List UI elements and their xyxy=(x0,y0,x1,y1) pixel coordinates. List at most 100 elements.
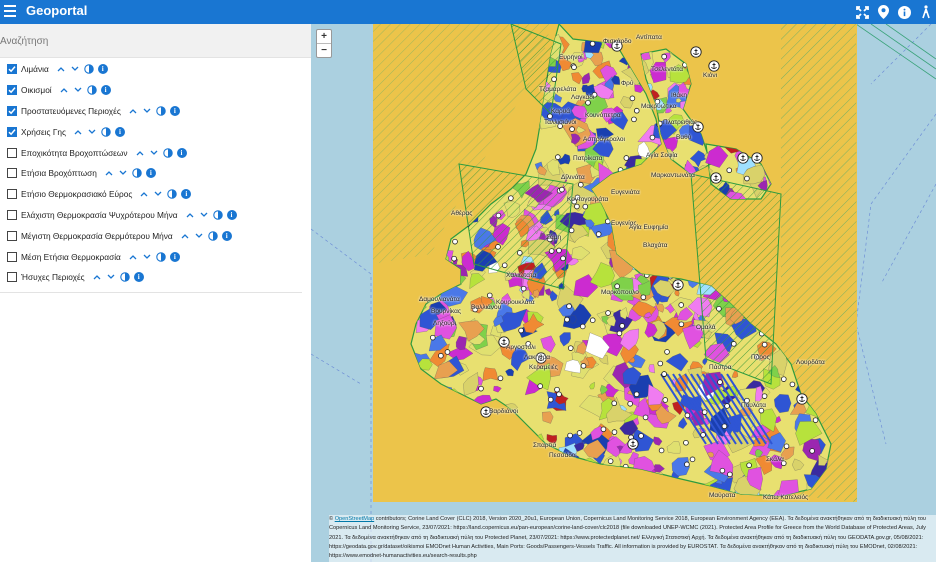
settlement-marker[interactable] xyxy=(497,375,504,382)
settlement-marker[interactable] xyxy=(486,292,493,299)
settlement-marker[interactable] xyxy=(579,323,586,330)
settlement-marker[interactable] xyxy=(658,447,665,454)
settlement-marker[interactable] xyxy=(568,227,575,234)
settlement-marker[interactable] xyxy=(631,116,637,123)
settlement-marker[interactable] xyxy=(556,391,562,398)
move-down-icon[interactable] xyxy=(140,250,154,264)
settlement-marker[interactable] xyxy=(761,341,768,348)
opacity-icon[interactable] xyxy=(130,166,144,180)
layer-name[interactable]: Λιμάνια xyxy=(21,64,49,74)
info-icon[interactable]: i xyxy=(169,251,180,262)
settlement-marker[interactable] xyxy=(614,283,620,290)
opacity-icon[interactable] xyxy=(206,229,220,243)
settlement-marker[interactable] xyxy=(607,458,614,464)
settlement-marker[interactable] xyxy=(629,95,636,102)
port-anchor-icon[interactable] xyxy=(796,393,808,405)
layer-checkbox[interactable] xyxy=(7,64,17,75)
settlement-marker[interactable] xyxy=(700,432,706,438)
port-anchor-icon[interactable] xyxy=(751,152,763,164)
settlement-marker[interactable] xyxy=(580,363,587,369)
settlement-marker[interactable] xyxy=(812,417,819,423)
move-up-icon[interactable] xyxy=(57,83,71,97)
settlement-marker[interactable] xyxy=(640,294,647,301)
settlement-marker[interactable] xyxy=(684,461,690,468)
map-view[interactable]: Φισκάρδο Αντίπατα Ευρηνοί Τσελεντάτα Φρύ Τζαμ… xyxy=(311,24,936,562)
settlement-marker[interactable] xyxy=(569,126,575,132)
settlement-marker[interactable] xyxy=(717,379,723,385)
move-down-icon[interactable] xyxy=(147,146,161,160)
settlement-marker[interactable] xyxy=(571,64,577,71)
opacity-icon[interactable] xyxy=(154,250,168,264)
layer-name[interactable]: Ετήσιο Θερμοκρασιακό Εύρος xyxy=(21,189,132,199)
settlement-marker[interactable] xyxy=(605,310,611,316)
opacity-icon[interactable] xyxy=(82,62,96,76)
move-down-icon[interactable] xyxy=(192,229,206,243)
settlement-marker[interactable] xyxy=(657,360,664,367)
layer-name[interactable]: Μέση Ετήσια Θερμοκρασία xyxy=(21,252,121,262)
layer-name[interactable]: Προστατευόμενες Περιοχές xyxy=(21,106,121,116)
layer-name[interactable]: Μέγιστη Θερμοκρασία Θερμότερου Μήνα xyxy=(21,231,173,241)
layer-name[interactable]: Ετήσια Βροχόπτωση xyxy=(21,168,97,178)
settlement-marker[interactable] xyxy=(678,302,685,308)
settlement-marker[interactable] xyxy=(501,262,508,269)
info-icon[interactable]: i xyxy=(176,147,187,158)
layer-name[interactable]: Χρήσεις Γης xyxy=(21,127,66,137)
info-icon[interactable]: i xyxy=(145,168,156,179)
move-down-icon[interactable] xyxy=(151,187,165,201)
move-up-icon[interactable] xyxy=(183,208,197,222)
settlement-marker[interactable] xyxy=(589,40,596,47)
move-up-icon[interactable] xyxy=(126,104,140,118)
settlement-marker[interactable] xyxy=(809,448,815,454)
settlement-marker[interactable] xyxy=(611,429,618,435)
move-up-icon[interactable] xyxy=(137,187,151,201)
move-down-icon[interactable] xyxy=(116,166,130,180)
settlement-marker[interactable] xyxy=(689,456,696,463)
settlement-marker[interactable] xyxy=(595,231,602,237)
info-icon[interactable]: i xyxy=(226,209,237,220)
settlement-marker[interactable] xyxy=(780,376,787,382)
info-icon[interactable]: i xyxy=(115,126,126,137)
settlement-marker[interactable] xyxy=(678,321,685,328)
location-icon[interactable] xyxy=(873,0,894,24)
settlement-marker[interactable] xyxy=(616,330,623,337)
port-anchor-icon[interactable] xyxy=(672,279,684,291)
settlement-marker[interactable] xyxy=(518,327,524,334)
settlement-marker[interactable] xyxy=(551,76,557,83)
move-down-icon[interactable] xyxy=(197,208,211,222)
settlement-marker[interactable] xyxy=(627,400,633,407)
layer-checkbox[interactable] xyxy=(7,85,17,96)
settlement-marker[interactable] xyxy=(727,471,733,478)
port-anchor-icon[interactable] xyxy=(627,438,639,450)
settlement-marker[interactable] xyxy=(451,255,457,262)
info-icon[interactable]: i xyxy=(97,64,108,75)
settlement-marker[interactable] xyxy=(574,203,580,210)
settlement-marker[interactable] xyxy=(582,203,589,210)
settlement-marker[interactable] xyxy=(721,423,728,430)
info-icon[interactable]: i xyxy=(221,230,232,241)
settlement-marker[interactable] xyxy=(683,439,689,446)
layer-checkbox[interactable] xyxy=(7,168,17,179)
port-anchor-icon[interactable] xyxy=(708,60,720,72)
settlement-marker[interactable] xyxy=(520,285,527,292)
fullscreen-icon[interactable] xyxy=(852,0,873,24)
layer-checkbox[interactable] xyxy=(7,209,17,220)
settlement-marker[interactable] xyxy=(662,397,669,403)
opacity-icon[interactable] xyxy=(118,270,132,284)
settlement-marker[interactable] xyxy=(642,414,649,421)
settlement-marker[interactable] xyxy=(731,341,737,347)
zoom-in-button[interactable]: + xyxy=(317,30,331,44)
settlement-marker[interactable] xyxy=(444,349,451,355)
settlement-marker[interactable] xyxy=(664,349,670,355)
layer-checkbox[interactable] xyxy=(7,230,17,241)
settlement-marker[interactable] xyxy=(623,155,630,161)
layer-name[interactable]: Εποχικότητα Βροχοπτώσεων xyxy=(21,148,128,158)
settlement-marker[interactable] xyxy=(548,248,555,254)
info-icon[interactable]: i xyxy=(133,272,144,283)
settlement-marker[interactable] xyxy=(559,186,565,193)
move-up-icon[interactable] xyxy=(71,125,85,139)
settlement-marker[interactable] xyxy=(684,412,691,419)
settlement-marker[interactable] xyxy=(585,99,591,106)
layer-name[interactable]: Οικισμοί xyxy=(21,85,52,95)
layer-checkbox[interactable] xyxy=(7,272,17,283)
layer-name[interactable]: Ελάχιστη Θερμοκρασία Ψυχρότερου Μήνα xyxy=(21,210,178,220)
